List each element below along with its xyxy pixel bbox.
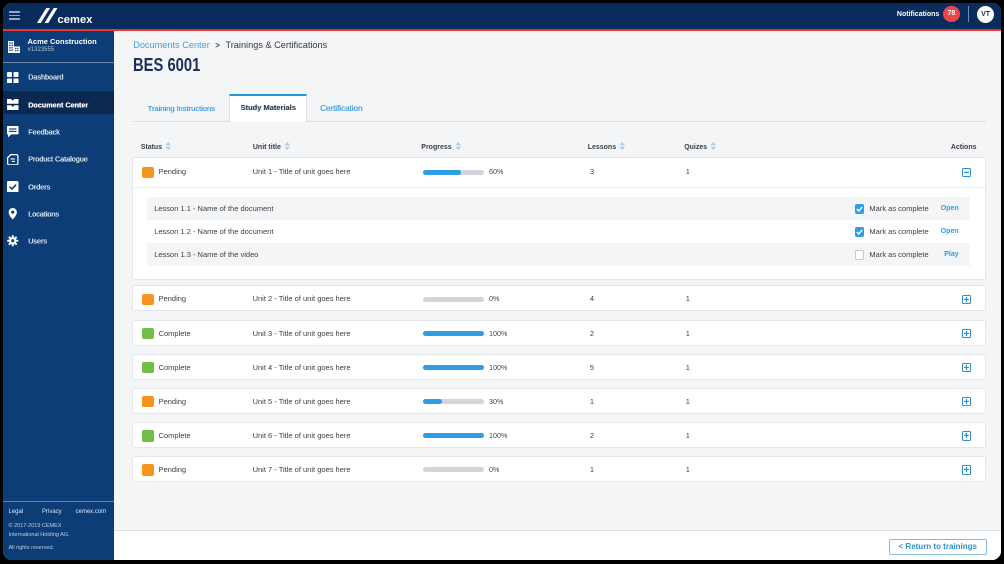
svg-text:cemex: cemex xyxy=(58,14,94,24)
